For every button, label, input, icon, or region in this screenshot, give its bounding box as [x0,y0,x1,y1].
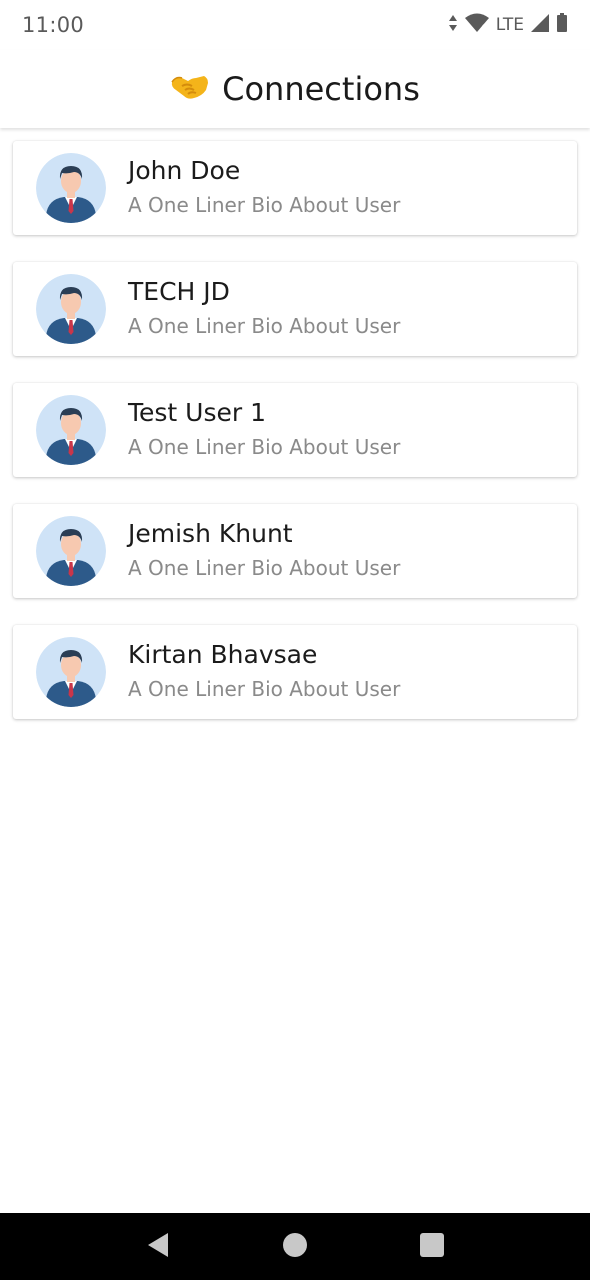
navigation-bar [0,1213,590,1280]
status-time: 11:00 [22,13,85,37]
connection-bio: A One Liner Bio About User [128,314,401,338]
connection-name: Kirtan Bhavsae [128,640,318,669]
card-text: Test User 1 A One Liner Bio About User [128,397,400,463]
wifi-icon: 4 [464,13,490,37]
data-arrows-icon [448,14,458,36]
avatar [36,637,106,707]
connection-name: Test User 1 [128,398,267,427]
status-icons: 4 LTE [448,13,568,37]
status-bar: 11:00 4 LTE [0,0,590,50]
avatar [36,153,106,223]
app-bar: Connections [0,50,590,128]
connection-card[interactable]: Kirtan Bhavsae A One Liner Bio About Use… [13,625,577,719]
card-text: Kirtan Bhavsae A One Liner Bio About Use… [128,639,400,705]
connection-name: John Doe [128,156,241,185]
connection-bio: A One Liner Bio About User [128,193,401,217]
signal-icon [530,13,550,37]
connection-name: Jemish Khunt [128,519,293,548]
connection-card[interactable]: Test User 1 A One Liner Bio About User [13,383,577,477]
card-text: Jemish Khunt A One Liner Bio About User [128,518,400,584]
battery-icon [556,13,568,37]
avatar [36,274,106,344]
connection-card[interactable]: John Doe A One Liner Bio About User [13,141,577,235]
recents-icon[interactable] [419,1232,445,1262]
handshake-icon [170,72,210,106]
svg-text:4: 4 [480,24,486,33]
connection-card[interactable]: Jemish Khunt A One Liner Bio About User [13,504,577,598]
connection-bio: A One Liner Bio About User [128,435,401,459]
connections-list: John Doe A One Liner Bio About User TECH… [13,141,577,746]
connection-bio: A One Liner Bio About User [128,556,401,580]
back-icon[interactable] [145,1231,171,1263]
avatar [36,395,106,465]
card-text: TECH JD A One Liner Bio About User [128,276,400,342]
network-type: LTE [495,15,524,35]
avatar [36,516,106,586]
connection-name: TECH JD [128,277,230,306]
connection-card[interactable]: TECH JD A One Liner Bio About User [13,262,577,356]
connection-bio: A One Liner Bio About User [128,677,401,701]
page-title: Connections [222,70,420,108]
app-title-wrap: Connections [170,70,420,108]
card-text: John Doe A One Liner Bio About User [128,155,400,221]
home-icon[interactable] [282,1232,308,1262]
